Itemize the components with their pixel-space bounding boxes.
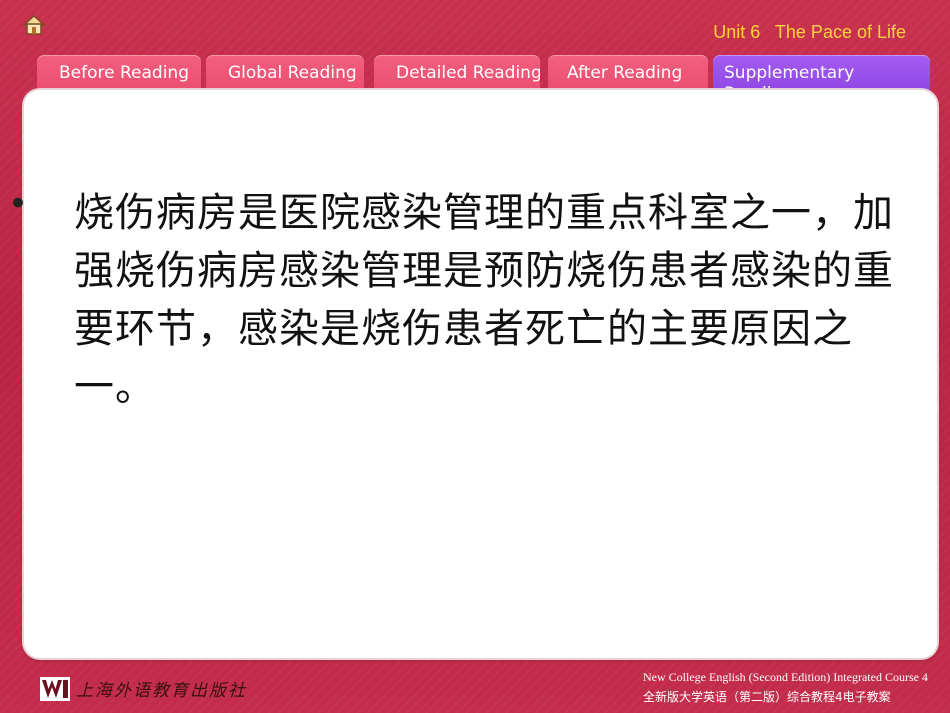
tab-label: Detailed Reading	[396, 63, 540, 83]
tab-label: Global Reading	[228, 63, 357, 83]
tab-bar: Before Reading Global Reading Detailed R…	[0, 0, 950, 101]
tab-label: After Reading	[567, 63, 683, 83]
publisher-logo: 上海外语教育出版社	[40, 676, 247, 701]
course-name-english: New College English (Second Edition) Int…	[643, 670, 928, 684]
course-name-chinese: 全新版大学英语（第二版）综合教程4电子教案	[643, 690, 891, 704]
w-logo-icon	[40, 676, 70, 701]
publisher-name: 上海外语教育出版社	[76, 681, 247, 701]
tab-label: Before Reading	[59, 63, 189, 83]
bullet-marker: •	[8, 184, 29, 224]
slide-body-text: 烧伤病房是医院感染管理的重点科室之一，加强烧伤病房感染管理是预防烧伤患者感染的重…	[74, 190, 894, 410]
